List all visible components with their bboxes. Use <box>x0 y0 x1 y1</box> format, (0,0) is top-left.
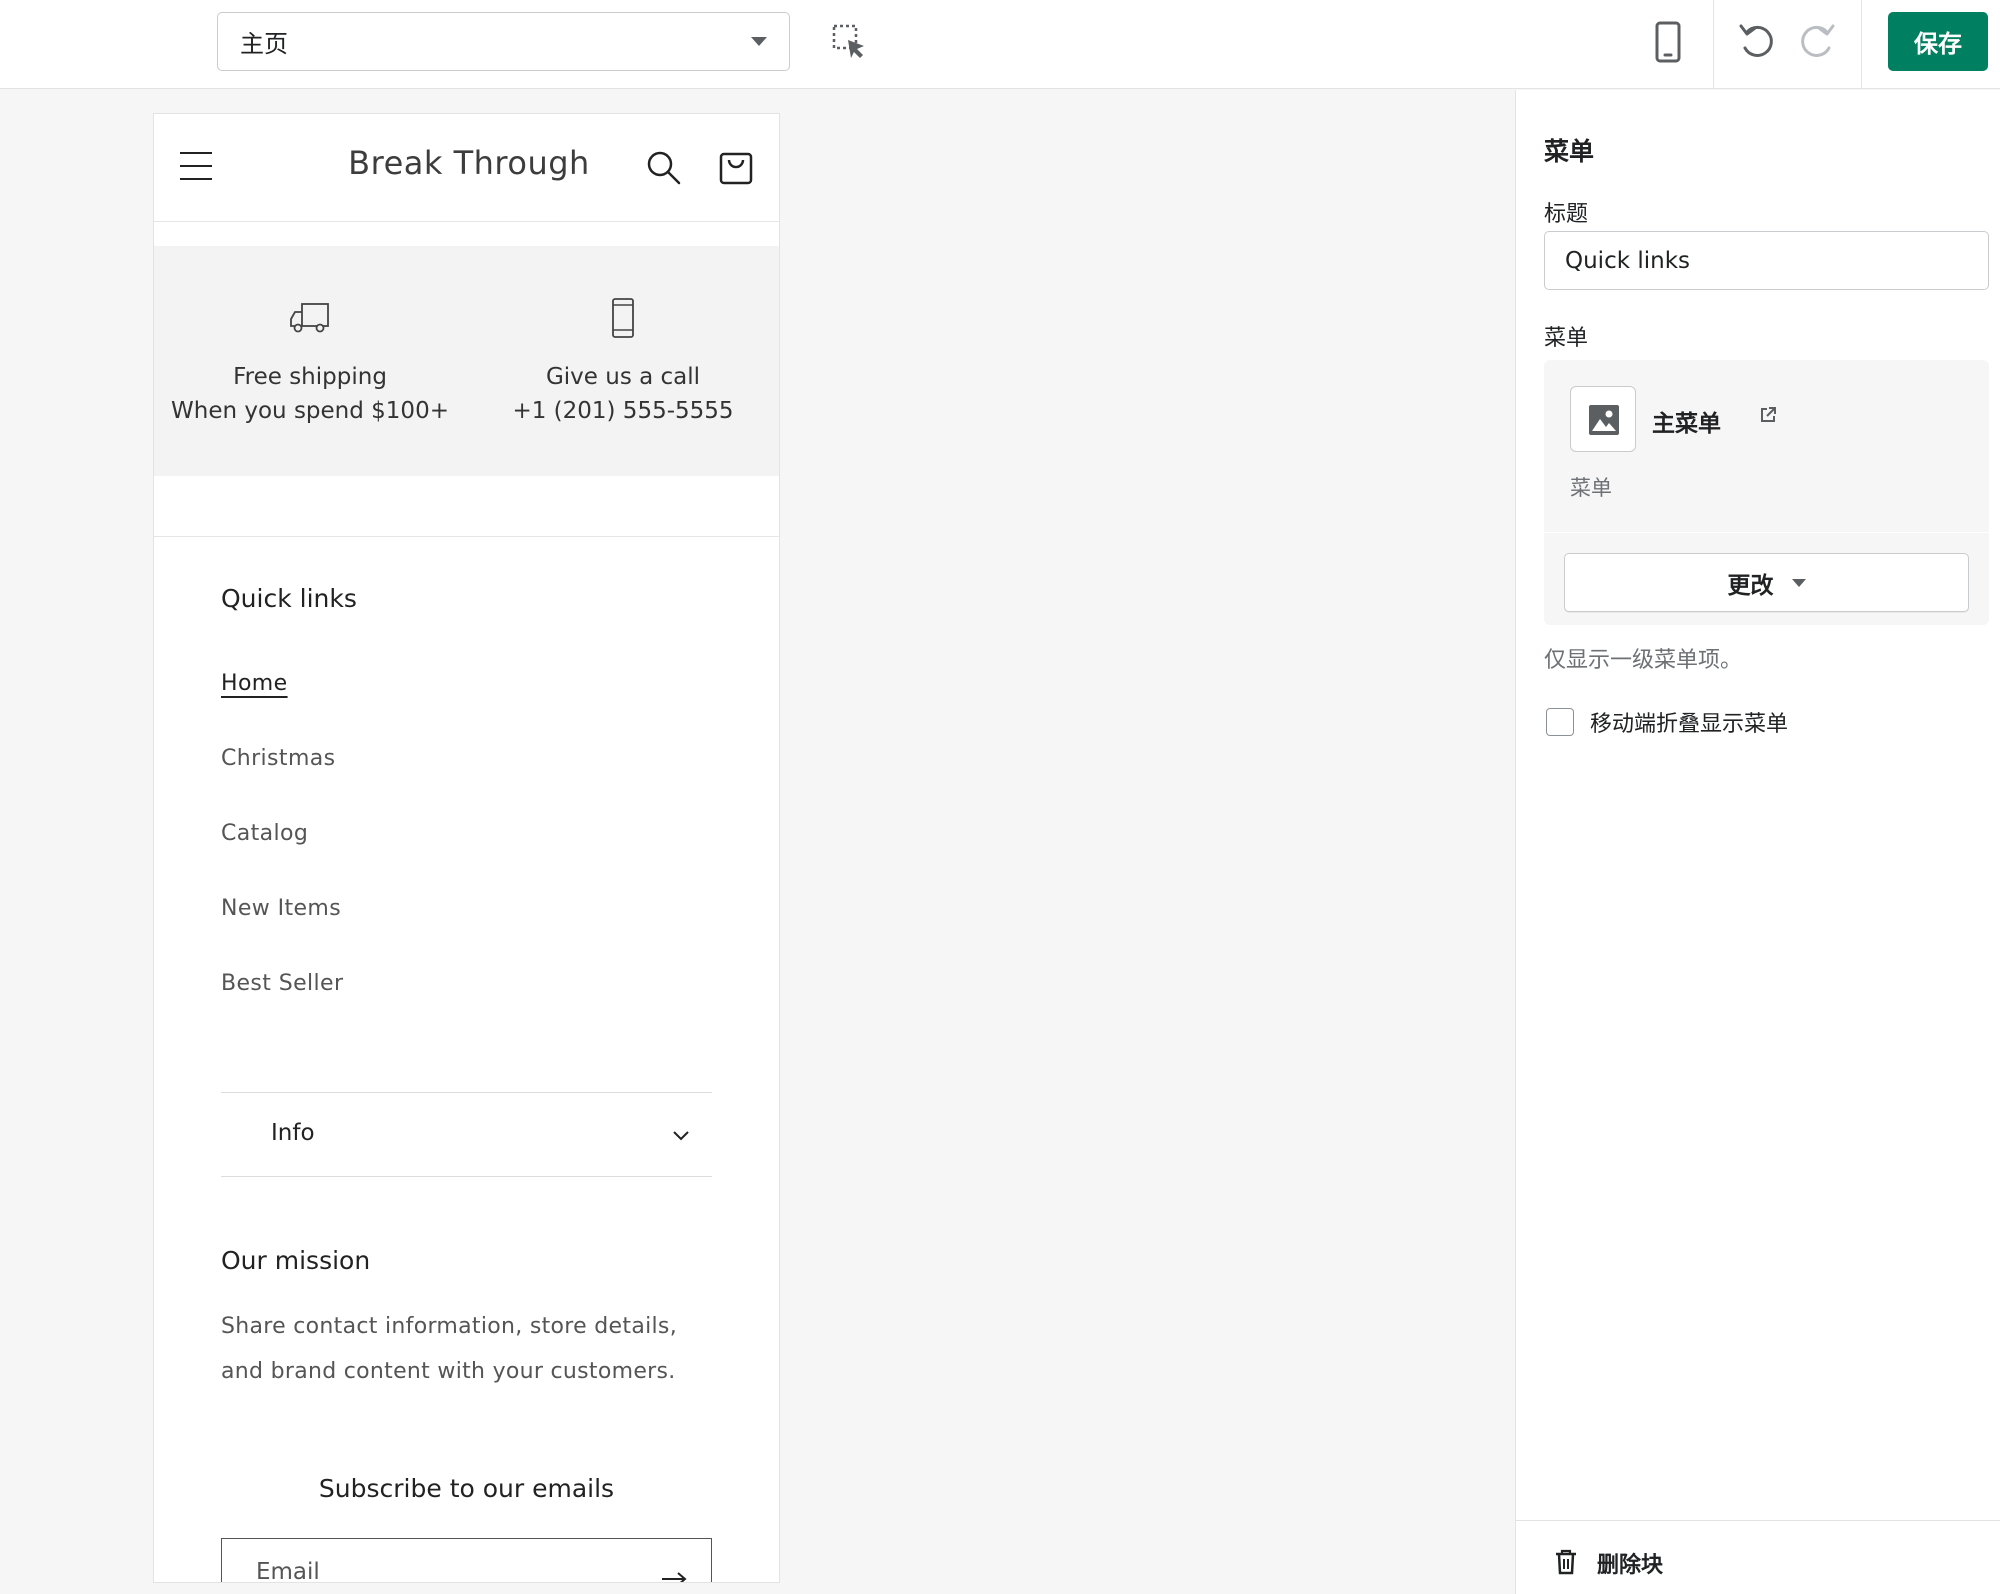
email-placeholder: Email <box>256 1559 320 1582</box>
search-icon[interactable] <box>646 150 682 186</box>
promo-shipping: Free shipping When you spend $100+ <box>154 246 466 476</box>
store-header: Break Through <box>154 114 779 222</box>
external-link-icon[interactable] <box>1759 406 1777 424</box>
change-menu-label: 更改 <box>1727 572 1774 599</box>
change-menu-button[interactable]: 更改 <box>1564 553 1969 612</box>
panel-footer: 删除块 <box>1516 1520 2000 1594</box>
chevron-down-icon <box>672 1127 690 1141</box>
promo-line-1: Free shipping <box>233 364 387 390</box>
page-select[interactable]: 主页 <box>217 12 790 71</box>
info-accordion[interactable]: Info <box>221 1092 712 1177</box>
title-field-label: 标题 <box>1544 202 1589 227</box>
promo-line-2: +1 (201) 555-5555 <box>512 398 734 424</box>
quick-link-christmas[interactable]: Christmas <box>221 746 343 821</box>
chevron-down-icon <box>1791 578 1806 587</box>
arrow-right-icon[interactable] <box>661 1571 687 1582</box>
menu-change-area: 更改 <box>1544 533 1989 625</box>
menu-subtitle: 菜单 <box>1570 476 1612 500</box>
quick-links-title: Quick links <box>221 584 357 613</box>
collapse-menu-label[interactable]: 移动端折叠显示菜单 <box>1590 706 1788 738</box>
quick-link-catalog[interactable]: Catalog <box>221 821 343 896</box>
menu-help-text: 仅显示一级菜单项。 <box>1544 648 1743 673</box>
promo-section: Free shipping When you spend $100+ Give … <box>154 246 779 476</box>
image-icon <box>1570 386 1636 452</box>
promo-line-1: Give us a call <box>545 364 701 390</box>
mission-title: Our mission <box>221 1246 371 1275</box>
title-input[interactable] <box>1544 231 1989 290</box>
toolbar-divider <box>1861 0 1862 89</box>
info-label: Info <box>271 1120 315 1146</box>
promo-call: Give us a call +1 (201) 555-5555 <box>467 246 779 476</box>
chevron-down-icon <box>751 37 767 46</box>
toolbar-divider <box>1713 0 1714 89</box>
cart-icon[interactable] <box>718 148 754 186</box>
preview-canvas: Break Through Free shipping When you spe… <box>0 90 1515 1594</box>
email-input[interactable]: Email <box>221 1538 712 1582</box>
mobile-preview-frame: Break Through Free shipping When you spe… <box>154 114 779 1582</box>
delete-block-button[interactable]: 删除块 <box>1597 1547 1663 1579</box>
trash-icon[interactable] <box>1554 1549 1578 1575</box>
quick-link-best-seller[interactable]: Best Seller <box>221 971 343 1046</box>
collapse-menu-checkbox[interactable] <box>1546 708 1574 736</box>
store-title[interactable]: Break Through <box>304 144 634 182</box>
subscribe-title: Subscribe to our emails <box>318 1474 615 1503</box>
truck-icon <box>288 298 332 338</box>
mission-text: Share contact information, store details… <box>221 1314 677 1384</box>
select-element-icon[interactable] <box>830 22 870 62</box>
menu-icon[interactable] <box>180 152 214 182</box>
editor-toolbar: 主页 保存 <box>0 0 2000 89</box>
section-divider <box>154 536 779 537</box>
quick-link-new-items[interactable]: New Items <box>221 896 343 971</box>
menu-name-link[interactable]: 主菜单 <box>1652 404 1721 438</box>
menu-picker-card: 主菜单 菜单 <box>1544 360 1989 532</box>
undo-icon[interactable] <box>1735 20 1779 64</box>
promo-line-2: When you spend $100+ <box>171 398 449 424</box>
save-button[interactable]: 保存 <box>1888 12 1988 71</box>
quick-link-home[interactable]: Home <box>221 671 343 746</box>
menu-field-label: 菜单 <box>1544 326 1589 351</box>
mobile-preview-icon[interactable] <box>1650 20 1686 64</box>
quick-links-list: Home Christmas Catalog New Items Best Se… <box>221 671 343 1046</box>
phone-icon <box>601 298 645 338</box>
panel-title: 菜单 <box>1544 137 1595 166</box>
redo-icon[interactable] <box>1795 20 1839 64</box>
settings-panel: 菜单 标题 菜单 主菜单 菜单 更改 仅显示一级菜单项。 移动端折叠显示菜单 <box>1515 90 2000 1594</box>
page-select-value: 主页 <box>240 30 288 58</box>
